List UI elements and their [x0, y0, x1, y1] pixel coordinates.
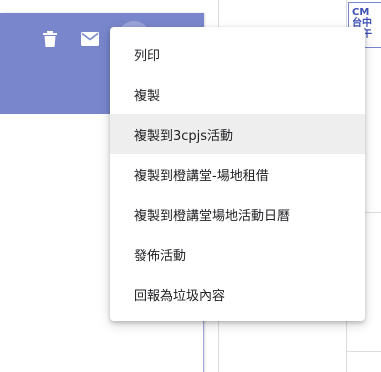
more-options-menu: 列印 複製 複製到3cpjs活動 複製到橙講堂-場地租借 複製到橙講堂場地活動日… — [110, 27, 365, 321]
menu-item-copy-to-venue-calendar[interactable]: 複製到橙講堂場地活動日曆 — [110, 194, 365, 234]
menu-item-print[interactable]: 列印 — [110, 34, 365, 74]
menu-item-copy-to-venue-rental[interactable]: 複製到橙講堂-場地租借 — [110, 154, 365, 194]
menu-item-report-spam[interactable]: 回報為垃圾內容 — [110, 274, 365, 314]
event-chip-line: CM — [352, 7, 370, 18]
email-icon[interactable] — [81, 31, 99, 47]
menu-item-duplicate[interactable]: 複製 — [110, 74, 365, 114]
delete-icon[interactable] — [42, 31, 58, 47]
menu-item-publish-event[interactable]: 發佈活動 — [110, 234, 365, 274]
menu-item-copy-to-3cpjs[interactable]: 複製到3cpjs活動 — [110, 114, 365, 154]
calendar-gridline — [346, 351, 381, 352]
